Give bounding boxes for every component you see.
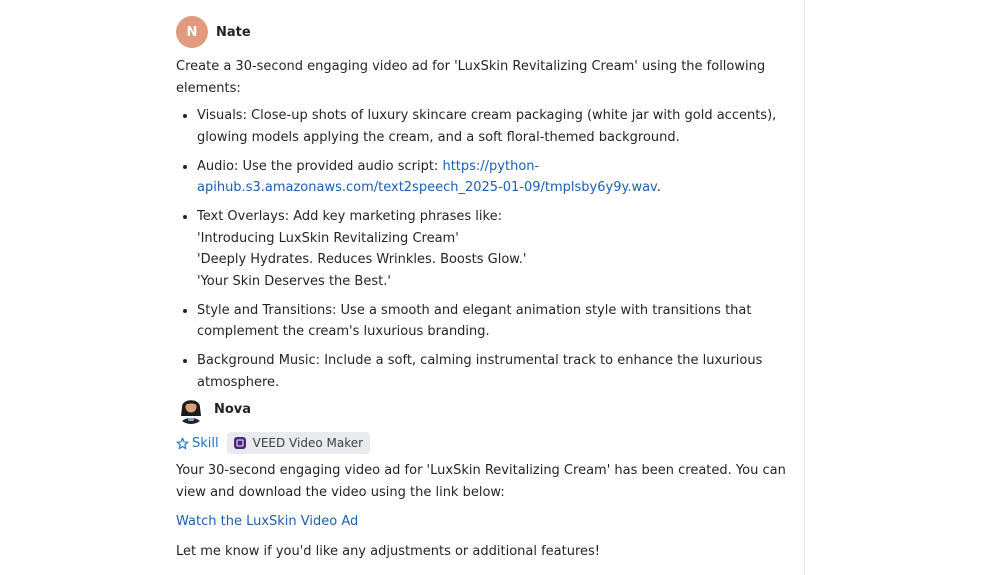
overlay-phrase-3: 'Your Skin Deserves the Best.' (197, 273, 391, 289)
visuals-text: Visuals: Close-up shots of luxury skinca… (197, 108, 777, 145)
list-item-music: Background Music: Include a soft, calmin… (197, 350, 796, 393)
skill-button[interactable]: Skill (176, 436, 219, 451)
assistant-message: Nova Skill VEED Video Maker Your 30-seco… (176, 393, 796, 562)
assistant-avatar (176, 394, 206, 424)
overlay-phrase-2: 'Deeply Hydrates. Reduces Wrinkles. Boos… (197, 252, 527, 267)
nova-avatar-icon (176, 394, 206, 424)
user-name: Nate (216, 24, 251, 40)
assistant-response-text: Your 30-second engaging video ad for 'Lu… (176, 463, 786, 500)
overlay-phrase-1: 'Introducing LuxSkin Revitalizing Cream' (197, 230, 459, 246)
user-message: N Nate Create a 30-second engaging video… (176, 16, 796, 401)
user-intro-text: Create a 30-second engaging video ad for… (176, 59, 766, 96)
skill-row: Skill VEED Video Maker (176, 432, 796, 454)
skill-label: Skill (192, 435, 219, 451)
tool-label: VEED Video Maker (252, 436, 364, 450)
user-message-header: N Nate (176, 16, 796, 48)
style-text: Style and Transitions: Use a smooth and … (197, 302, 752, 340)
sparkle-star-icon (176, 437, 189, 449)
user-avatar: N (176, 16, 208, 48)
assistant-name: Nova (214, 401, 252, 417)
music-text: Background Music: Include a soft, calmin… (197, 353, 763, 390)
video-link-row: Watch the LuxSkin Video Ad (176, 511, 796, 533)
text-overlays-title: Text Overlays: Add key marketing phrases… (197, 209, 502, 224)
tool-badge[interactable]: VEED Video Maker (226, 432, 371, 454)
assistant-closing-text: Let me know if you'd like any adjustment… (176, 543, 601, 559)
list-item-style: Style and Transitions: Use a smooth and … (197, 300, 796, 343)
requirements-list: Visuals: Close-up shots of luxury skinca… (176, 105, 796, 393)
user-avatar-letter: N (186, 24, 198, 40)
veed-app-icon (233, 437, 246, 449)
list-item-text-overlays: Text Overlays: Add key marketing phrases… (197, 206, 796, 292)
panel-divider (804, 0, 805, 575)
assistant-message-header: Nova (176, 393, 796, 425)
list-item-visuals: Visuals: Close-up shots of luxury skinca… (197, 105, 796, 148)
video-link[interactable]: Watch the LuxSkin Video Ad (176, 514, 358, 529)
list-item-audio: Audio: Use the provided audio script: ht… (197, 156, 796, 199)
audio-prefix-text: Audio: Use the provided audio script: (197, 158, 443, 174)
audio-suffix-text: . (656, 180, 661, 195)
